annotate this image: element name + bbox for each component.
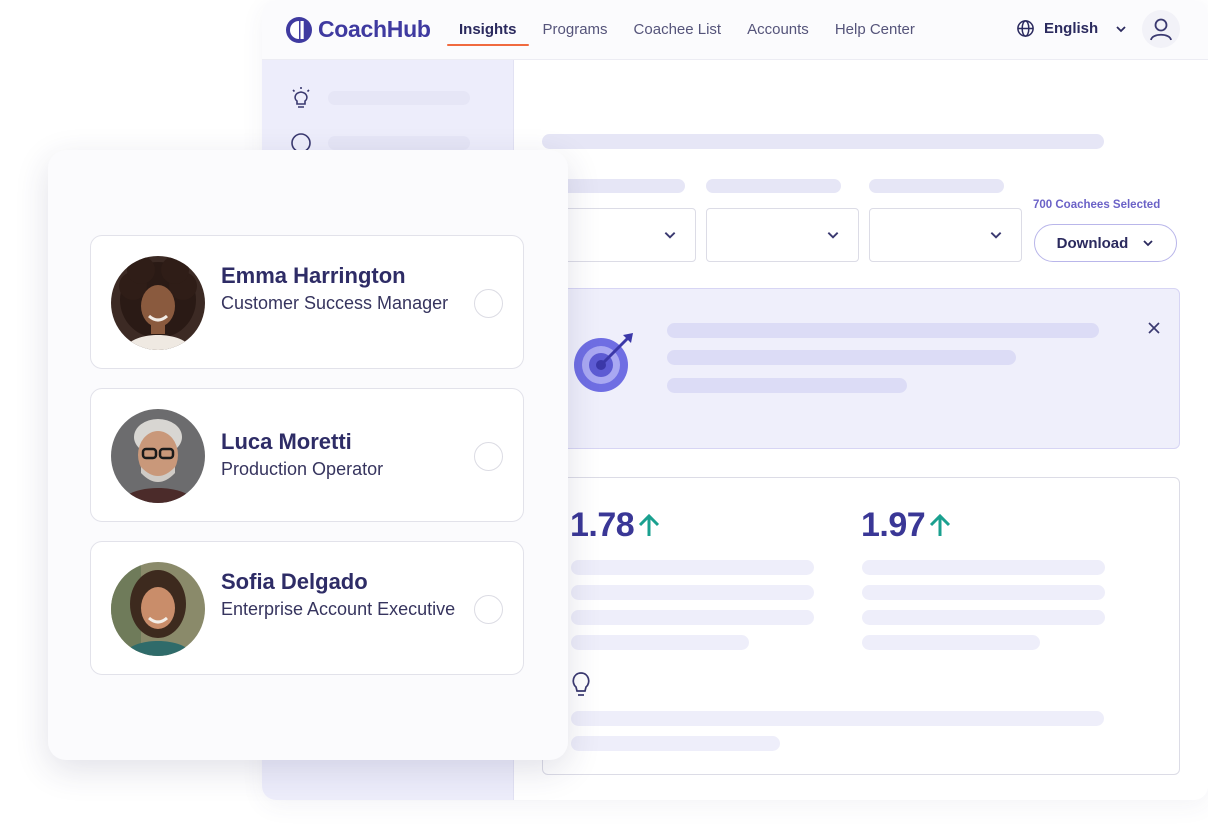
stat-value: 1.97 — [861, 506, 926, 544]
nav-programs[interactable]: Programs — [531, 0, 620, 48]
close-icon[interactable] — [1147, 321, 1161, 335]
coachee-name: Emma Harrington — [221, 263, 406, 288]
nav-insights[interactable]: Insights — [447, 0, 529, 48]
profile-button[interactable] — [1142, 10, 1180, 48]
coachee-name: Luca Moretti — [221, 429, 352, 454]
coachee-role: Production Operator — [221, 459, 384, 479]
globe-icon — [1017, 20, 1034, 37]
nav-help-center[interactable]: Help Center — [823, 0, 927, 48]
tip-text-placeholder — [571, 736, 780, 751]
stat-text-placeholder — [862, 635, 1040, 650]
insights-content: 700 Coachees Selected Download 1.78 1.97 — [514, 60, 1208, 800]
filter-label-placeholder — [869, 179, 1004, 193]
coachee-select-radio[interactable] — [474, 289, 503, 318]
stat-1: 1.78 — [570, 506, 662, 545]
avatar — [111, 562, 205, 656]
coachee-item[interactable]: Sofia Delgado Enterprise Account Executi… — [90, 541, 524, 675]
lightbulb-icon — [292, 87, 310, 108]
insight-banner — [542, 288, 1180, 449]
language-label: English — [1044, 20, 1099, 37]
download-label: Download — [1056, 234, 1129, 252]
coachee-select-radio[interactable] — [474, 595, 503, 624]
coachee-name: Sofia Delgado — [221, 569, 368, 594]
chevron-down-icon — [1143, 240, 1153, 247]
banner-text-placeholder — [667, 350, 1016, 365]
avatar — [111, 409, 205, 503]
coachee-role: Enterprise Account Executive — [221, 599, 456, 619]
stat-value: 1.78 — [570, 506, 635, 544]
coachee-role: Customer Success Manager — [221, 293, 449, 313]
main-nav: Insights Programs Coachee List Accounts … — [447, 0, 929, 60]
stat-text-placeholder — [862, 610, 1105, 625]
lightbulb-icon — [572, 672, 590, 696]
target-icon — [574, 333, 633, 392]
stat-text-placeholder — [862, 585, 1105, 600]
chevron-down-icon — [664, 232, 676, 239]
chevron-down-icon — [827, 232, 839, 239]
arrow-up-icon — [639, 513, 660, 536]
stats-panel: 1.78 1.97 — [542, 477, 1180, 775]
nav-coachee-list[interactable]: Coachee List — [622, 0, 734, 48]
filter-select-2[interactable] — [706, 208, 859, 262]
arrow-up-icon — [930, 513, 951, 536]
chevron-down-icon — [1116, 25, 1126, 32]
sidebar-item-1[interactable] — [290, 86, 470, 110]
stat-2: 1.97 — [861, 506, 953, 545]
sidebar-item-placeholder — [328, 91, 470, 105]
banner-text-placeholder — [667, 323, 1099, 338]
coachee-item[interactable]: Luca Moretti Production Operator — [90, 388, 524, 522]
avatar — [111, 256, 205, 350]
stat-text-placeholder — [571, 585, 814, 600]
coachee-item[interactable]: Emma Harrington Customer Success Manager — [90, 235, 524, 369]
filter-select-3[interactable] — [869, 208, 1022, 262]
stat-text-placeholder — [571, 560, 814, 575]
stat-text-placeholder — [862, 560, 1105, 575]
banner-text-placeholder — [667, 378, 907, 393]
coachee-selection-card: Emma Harrington Customer Success Manager… — [48, 150, 568, 760]
brand-name: CoachHub — [318, 16, 431, 42]
heading-placeholder — [542, 134, 1104, 149]
chevron-down-icon — [990, 232, 1002, 239]
stat-text-placeholder — [571, 635, 749, 650]
sidebar-item-placeholder — [328, 136, 470, 150]
coachee-select-radio[interactable] — [474, 442, 503, 471]
language-selector[interactable]: English — [1016, 19, 1127, 38]
user-icon — [1150, 18, 1172, 41]
brand-logo[interactable]: CoachHub — [286, 16, 431, 43]
stat-text-placeholder — [571, 610, 814, 625]
tip-text-placeholder — [571, 711, 1104, 726]
download-button[interactable]: Download — [1034, 224, 1177, 262]
top-navigation-bar: CoachHub Insights Programs Coachee List … — [262, 0, 1208, 60]
coachhub-logo-icon — [286, 16, 312, 43]
nav-accounts[interactable]: Accounts — [735, 0, 821, 48]
coachees-selected-count: 700 Coachees Selected — [1033, 199, 1161, 211]
filter-label-placeholder — [706, 179, 841, 193]
